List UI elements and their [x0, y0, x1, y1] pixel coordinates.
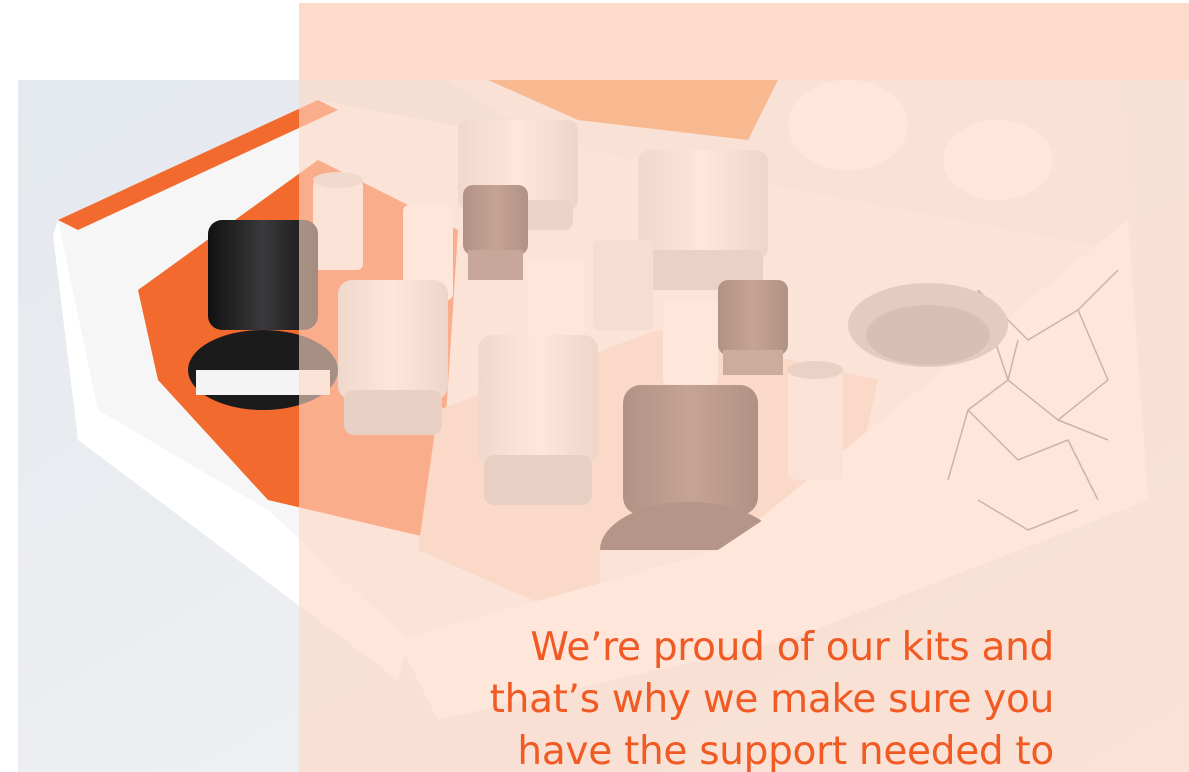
page: We’re proud of our kits and that’s why w…: [0, 0, 1189, 772]
tagline-text: We’re proud of our kits and that’s why w…: [489, 625, 1055, 772]
